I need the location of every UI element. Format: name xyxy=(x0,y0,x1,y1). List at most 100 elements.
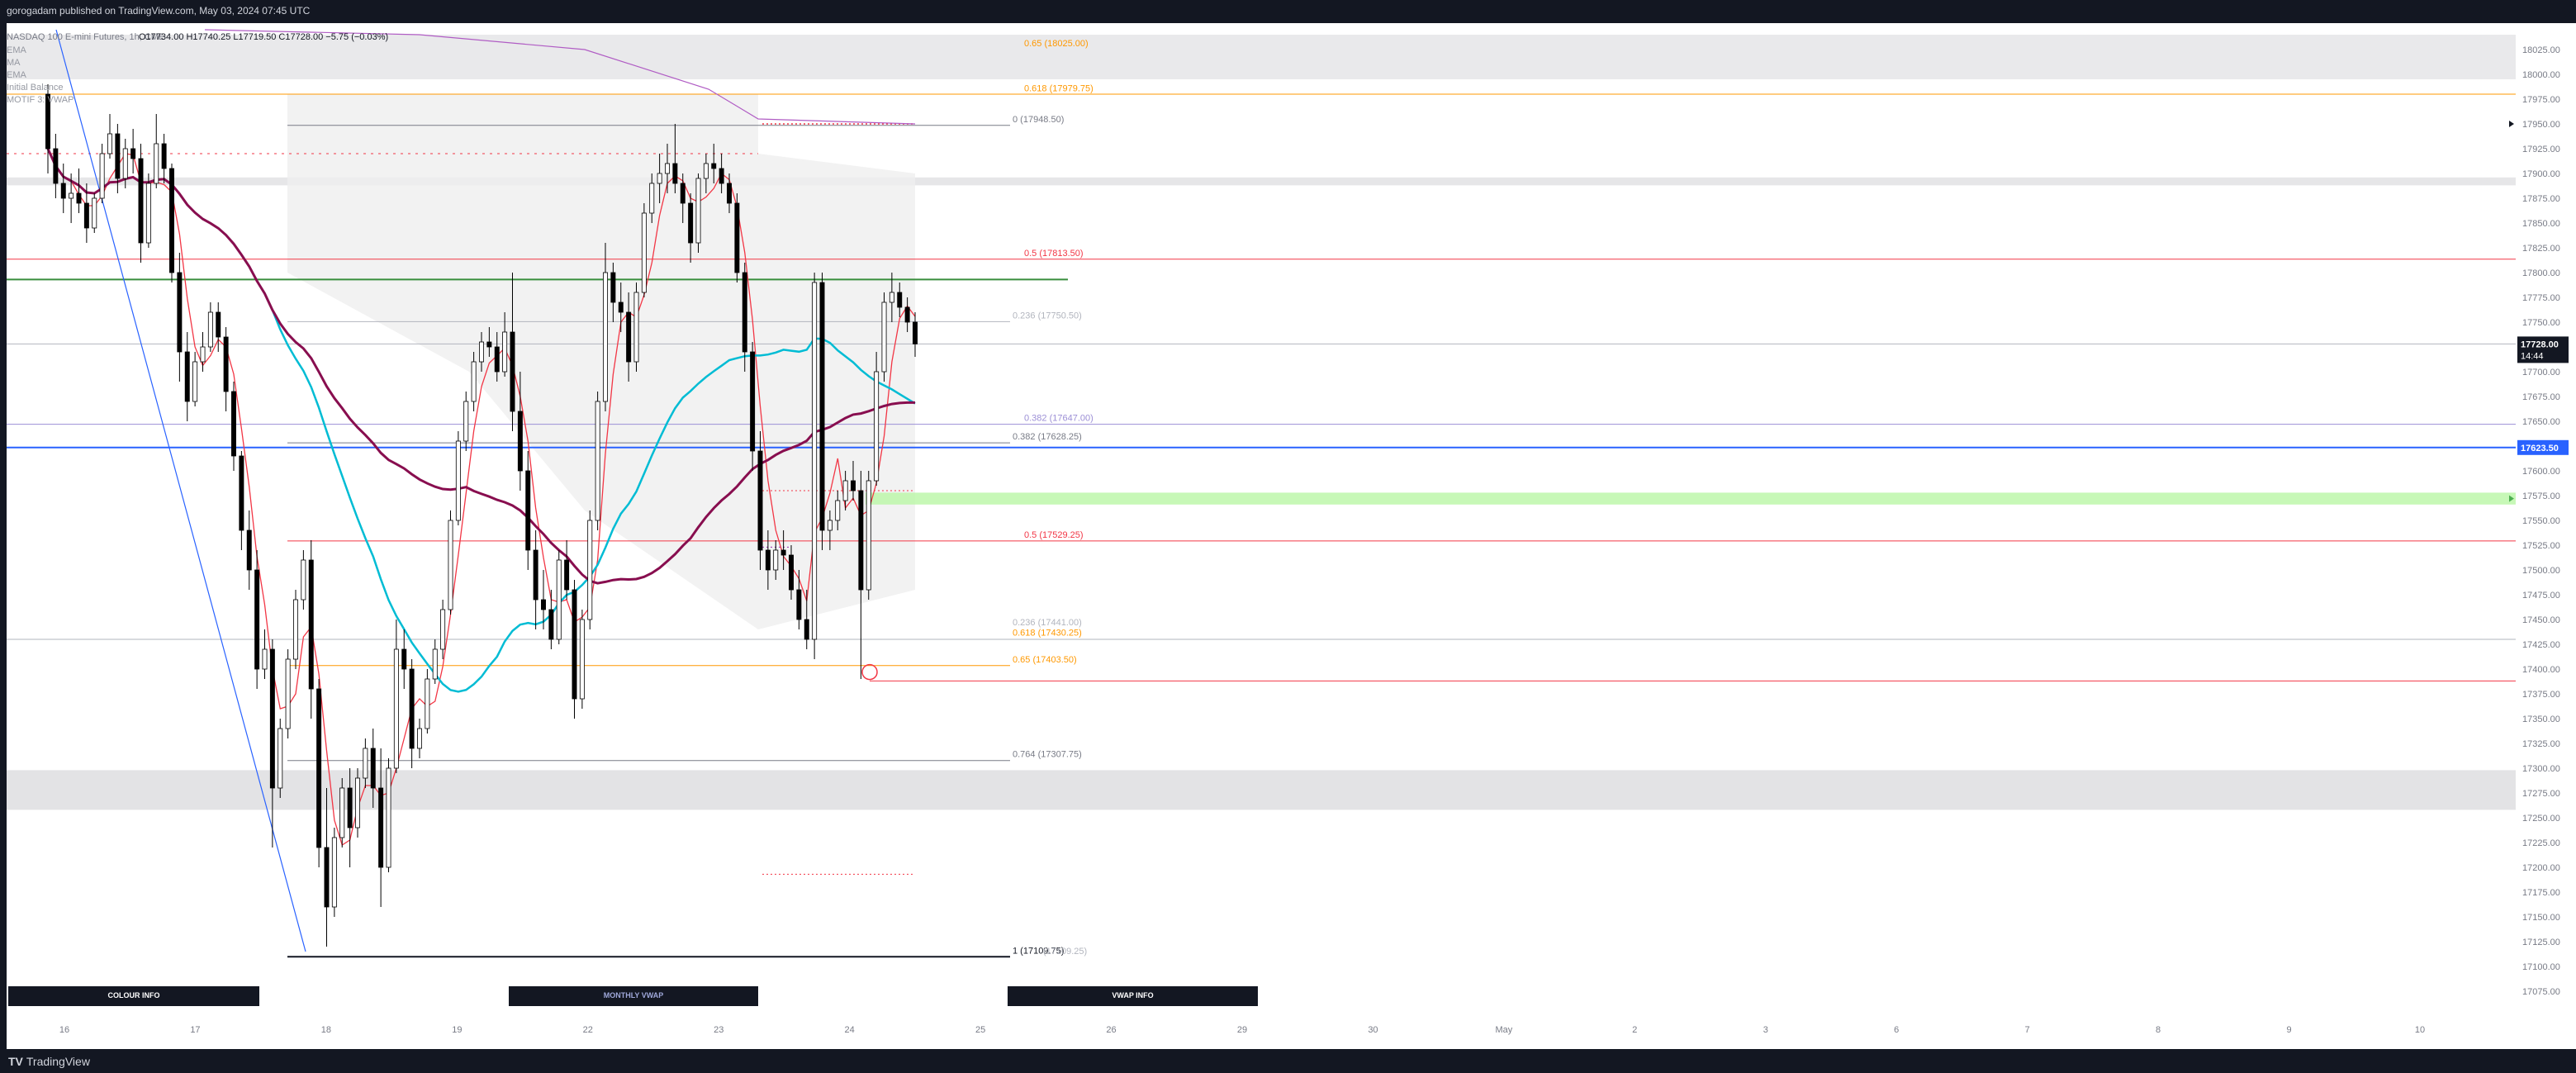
candle-body xyxy=(874,371,880,482)
price-tick-label: 17775.00 xyxy=(2522,293,2560,303)
time-tick-label: 10 xyxy=(2415,1025,2425,1035)
price-tick-label: 17200.00 xyxy=(2522,863,2560,873)
candle-body xyxy=(572,589,577,700)
candle-body xyxy=(633,292,639,363)
candle-body xyxy=(455,440,461,521)
candlestick-chart[interactable]: 0.65 (18025.00) 0.618 (17979.75) 0 (17948.… xyxy=(7,23,2576,1049)
candle-body xyxy=(804,619,809,640)
candle-body xyxy=(161,143,167,169)
candle-body xyxy=(618,301,624,313)
price-tick-label: 18000.00 xyxy=(2522,70,2560,80)
candle xyxy=(99,144,105,203)
candle xyxy=(107,114,112,159)
ohlc-readout: O17734.00 H17740.25 L17719.50 C17728.00 … xyxy=(139,32,388,42)
publish-header: gorogadam published on TradingView.com, … xyxy=(0,0,2576,23)
candle xyxy=(145,173,151,248)
candle-body xyxy=(331,837,337,908)
candle xyxy=(858,471,864,679)
candle-body xyxy=(239,455,244,531)
indicator-legend-item: EMA xyxy=(7,70,27,80)
fib-label: 0.236 (17441.00) xyxy=(1013,618,1082,628)
candle-body xyxy=(672,163,678,184)
time-tick-label: 24 xyxy=(845,1025,855,1035)
bar-countdown-text: 14:44 xyxy=(2521,351,2544,361)
candle-body xyxy=(595,401,600,521)
tv-mark-icon: TV xyxy=(8,1055,23,1068)
info-button[interactable]: MONTHLY VWAP xyxy=(509,986,758,1006)
candle-body xyxy=(842,480,848,501)
indicator-legend-item: MA xyxy=(7,58,21,68)
candle xyxy=(874,352,880,486)
candle-body xyxy=(734,202,740,273)
fib-label: 0.618 (17430.25) xyxy=(1013,629,1082,639)
candle-body xyxy=(525,470,531,551)
candle-body xyxy=(556,559,562,640)
candle-body xyxy=(308,559,314,690)
candle-body xyxy=(154,143,159,184)
candle xyxy=(819,273,825,550)
candle-body xyxy=(765,549,771,571)
time-tick-label: 19 xyxy=(452,1025,462,1035)
candle xyxy=(308,540,314,719)
candle-body xyxy=(819,282,825,531)
candle-body xyxy=(486,341,492,348)
candle xyxy=(572,580,577,719)
candle xyxy=(440,600,446,659)
time-tick-label: 29 xyxy=(1237,1025,1247,1035)
candle-body xyxy=(742,272,747,353)
candle-body xyxy=(851,480,856,491)
candle xyxy=(184,332,190,421)
info-button-label: COLOUR INFO xyxy=(108,991,160,999)
candle xyxy=(254,550,260,689)
price-tick-label: 17800.00 xyxy=(2522,268,2560,278)
price-tick-label: 17825.00 xyxy=(2522,244,2560,254)
price-tick-label: 17850.00 xyxy=(2522,219,2560,229)
candle xyxy=(587,510,593,629)
candle-body xyxy=(827,520,833,531)
candle-body xyxy=(184,351,190,402)
candle xyxy=(231,382,236,471)
candle xyxy=(60,164,66,213)
price-tick-label: 17275.00 xyxy=(2522,789,2560,799)
fib-label: 0 (17948.50) xyxy=(1013,115,1064,125)
candle xyxy=(207,302,213,352)
tradingview-logo[interactable]: TV TradingView xyxy=(8,1055,90,1068)
candle-body xyxy=(355,777,360,828)
price-tick-label: 17925.00 xyxy=(2522,145,2560,154)
candle-body xyxy=(657,173,662,184)
candle-body xyxy=(401,648,407,670)
candle-body xyxy=(688,202,694,244)
candle xyxy=(455,431,461,525)
fib-label: 0.382 (17628.25) xyxy=(1013,432,1082,442)
candle xyxy=(285,649,291,738)
candle xyxy=(734,193,740,282)
candle xyxy=(246,510,252,590)
price-tick-label: 17575.00 xyxy=(2522,491,2560,501)
trend-line-blue xyxy=(55,29,306,952)
candle-body xyxy=(703,163,709,179)
indicator-legend-item: MOTIF 3: VWAP xyxy=(7,95,74,105)
price-tick-label: 17525.00 xyxy=(2522,541,2560,551)
candle xyxy=(866,471,871,600)
time-tick-label: 22 xyxy=(583,1025,593,1035)
candle-body xyxy=(711,163,717,169)
candle-body xyxy=(904,306,910,323)
chart-area[interactable]: 0.65 (18025.00) 0.618 (17979.75) 0 (17948.… xyxy=(7,23,2576,1049)
candle-body xyxy=(610,272,616,303)
candle-body xyxy=(386,767,391,868)
candle-body xyxy=(812,282,818,640)
candle-body xyxy=(231,391,236,457)
candle-body xyxy=(145,183,151,244)
candle-body xyxy=(463,401,469,442)
candle xyxy=(177,253,183,382)
candle-body xyxy=(316,688,322,848)
price-tick-label: 17500.00 xyxy=(2522,566,2560,576)
price-tick-label: 17650.00 xyxy=(2522,417,2560,427)
candle-body xyxy=(169,168,174,273)
candle xyxy=(355,768,360,838)
time-tick-label: 16 xyxy=(59,1025,69,1035)
candle-body xyxy=(432,648,438,680)
info-button[interactable]: VWAP INFO xyxy=(1008,986,1258,1006)
time-tick-label: 3 xyxy=(1763,1025,1768,1035)
info-button[interactable]: COLOUR INFO xyxy=(8,986,259,1006)
